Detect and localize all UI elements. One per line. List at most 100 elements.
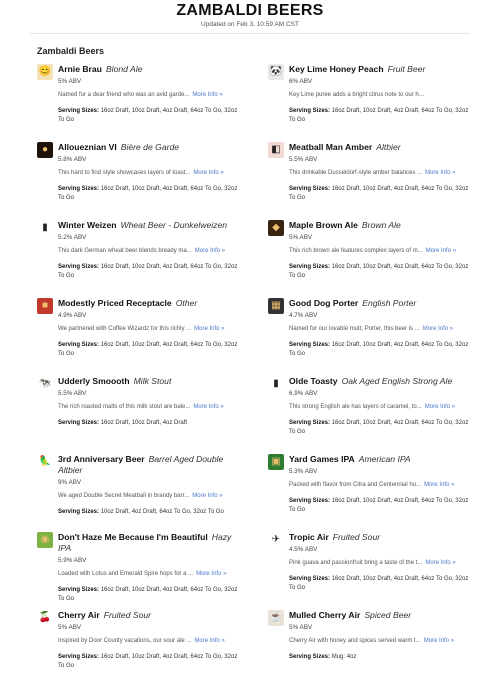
- more-info-link[interactable]: More Info »: [423, 325, 453, 333]
- serving-sizes-value: Mug: 4oz: [331, 654, 357, 660]
- serving-sizes: Serving Sizes: 16oz Draft, 10oz Draft, 4…: [58, 653, 238, 671]
- beer-name: 3rd Anniversary Beer: [58, 454, 145, 464]
- beer-title: Cherry Air Fruited Sour: [58, 610, 238, 621]
- beer-name: Don't Haze Me Because I'm Beautiful: [58, 532, 208, 542]
- beer-style: Fruit Beer: [387, 64, 426, 74]
- beer-style: Altbier: [376, 142, 401, 152]
- serving-sizes-label: Serving Sizes:: [58, 509, 100, 515]
- beer-card: 🍒 Cherry Air Fruited Sour 5% ABV Inspired by…: [37, 610, 238, 688]
- beer-description: Inspired by Door County vacations, our s…: [58, 638, 192, 644]
- serving-sizes-label: Serving Sizes:: [289, 108, 331, 114]
- beer-title: 3rd Anniversary Beer Barrel Aged Double A…: [58, 454, 238, 476]
- beer-name: Tropic Air: [289, 532, 329, 542]
- beer-description: This hard to find style showcases layers…: [58, 170, 191, 176]
- more-info-link[interactable]: More Info »: [193, 403, 223, 411]
- beer-description: This drinkable Dusseldorf-style amber ba…: [289, 170, 423, 176]
- beer-abv: 5% ABV: [289, 624, 313, 631]
- beer-card: ■ Modestly Priced Receptacle Other 4.9% ABV…: [37, 298, 238, 376]
- beer-logo-icon: ▦: [268, 298, 284, 314]
- more-info-link[interactable]: More Info »: [192, 91, 222, 99]
- beer-abv: 4.9% ABV: [58, 312, 87, 319]
- more-info-link[interactable]: More Info »: [192, 492, 222, 500]
- beer-title: Arnie Brau Blond Ale: [58, 64, 238, 75]
- more-info-link[interactable]: More Info »: [424, 637, 454, 645]
- beer-title: Udderly Smoooth Milk Stout: [58, 376, 238, 387]
- more-info-link[interactable]: More Info »: [425, 559, 455, 567]
- more-info-link[interactable]: More Info »: [426, 247, 456, 255]
- serving-sizes: Serving Sizes: 16oz Draft, 10oz Draft, 4…: [289, 419, 469, 437]
- beer-style: American IPA: [358, 454, 411, 464]
- serving-sizes: Serving Sizes: 16oz Draft, 10oz Draft, 4…: [58, 185, 238, 203]
- serving-sizes-value: 10oz Draft, 4oz Draft, 64oz To Go, 32oz …: [100, 509, 224, 515]
- beer-logo-icon: ◧: [268, 142, 284, 158]
- beer-name: Cherry Air: [58, 610, 100, 620]
- more-info-link[interactable]: More Info »: [425, 169, 455, 177]
- beer-abv: 5.2% ABV: [58, 234, 87, 241]
- serving-sizes: Serving Sizes: 16oz Draft, 10oz Draft, 4…: [289, 263, 469, 281]
- beer-name: Arnie Brau: [58, 64, 102, 74]
- more-info-link[interactable]: More Info »: [194, 325, 224, 333]
- beer-name: Good Dog Porter: [289, 298, 359, 308]
- beer-card: ▣ Yard Games IPA American IPA 5.3% ABV Packe…: [268, 454, 469, 532]
- serving-sizes-label: Serving Sizes:: [58, 264, 100, 270]
- beer-title: Alloueznian VI Bière de Garde: [58, 142, 238, 153]
- beer-style: Wheat Beer - Dunkelweizen: [120, 220, 228, 230]
- beer-name: Maple Brown Ale: [289, 220, 358, 230]
- serving-sizes: Serving Sizes: Mug: 4oz: [289, 653, 469, 662]
- beer-abv: 5.9% ABV: [58, 557, 87, 564]
- more-info-link[interactable]: More Info »: [194, 637, 224, 645]
- beer-description: We aged Double Secret Meatball in brandy…: [58, 493, 190, 499]
- more-info-link[interactable]: More Info »: [196, 570, 226, 578]
- beer-style: Fruited Sour: [332, 532, 381, 542]
- beer-abv: 5.5% ABV: [58, 390, 87, 397]
- beer-description: Named for a dear friend who was an avid …: [58, 92, 190, 98]
- beer-card: 🦜 3rd Anniversary Beer Barrel Aged Double …: [37, 454, 238, 532]
- beer-abv: 9% ABV: [58, 479, 82, 486]
- beer-abv: 6.9% ABV: [289, 390, 318, 397]
- beer-name: Mulled Cherry Air: [289, 610, 361, 620]
- beer-title: Olde Toasty Oak Aged English Strong Ale: [289, 376, 469, 387]
- beer-logo-icon: 😊: [37, 64, 53, 80]
- beer-style: Fruited Sour: [103, 610, 152, 620]
- serving-sizes: Serving Sizes: 16oz Draft, 10oz Draft, 4…: [289, 107, 469, 125]
- beer-description: The rich roasted malts of this milk stou…: [58, 404, 191, 410]
- beer-logo-icon: 🍒: [37, 610, 53, 626]
- beer-card: 🐄 Udderly Smoooth Milk Stout 5.5% ABV The ri…: [37, 376, 238, 454]
- beer-title: Modestly Priced Receptacle Other: [58, 298, 238, 309]
- beer-card: ◧ Meatball Man Amber Altbier 5.5% ABV This d…: [268, 142, 469, 220]
- more-info-link[interactable]: More Info »: [193, 169, 223, 177]
- beer-title: Meatball Man Amber Altbier: [289, 142, 469, 153]
- more-info-link[interactable]: More Info »: [424, 481, 454, 489]
- beer-abv: 4.7% ABV: [289, 312, 318, 319]
- beer-description: This strong English ale has layers of ca…: [289, 404, 422, 410]
- beer-abv: 5% ABV: [58, 78, 82, 85]
- beer-logo-icon: ▣: [268, 454, 284, 470]
- serving-sizes-label: Serving Sizes:: [289, 654, 331, 660]
- beer-card: 🐼 Key Lime Honey Peach Fruit Beer 6% ABV Key…: [268, 64, 469, 142]
- beer-card: ▮ Winter Weizen Wheat Beer - Dunkelweizen 5…: [37, 220, 238, 298]
- serving-sizes-label: Serving Sizes:: [289, 420, 331, 426]
- serving-sizes: Serving Sizes: 16oz Draft, 10oz Draft, 4…: [58, 341, 238, 359]
- updated-timestamp: Updated on Feb 3, 10:59 AM CST: [201, 21, 299, 28]
- beer-card: ◆ Maple Brown Ale Brown Ale 5% ABV This rich…: [268, 220, 469, 298]
- beer-logo-icon: ●: [37, 142, 53, 158]
- beer-style: Brown Ale: [361, 220, 401, 230]
- beer-logo-icon: 🐼: [268, 64, 284, 80]
- serving-sizes-label: Serving Sizes:: [58, 654, 100, 660]
- beer-abv: 6% ABV: [289, 78, 313, 85]
- page-header: ZAMBALDI BEERS Updated on Feb 3, 10:59 A…: [0, 0, 500, 34]
- serving-sizes-label: Serving Sizes:: [289, 498, 331, 504]
- serving-sizes: Serving Sizes: 16oz Draft, 10oz Draft, 4…: [289, 341, 469, 359]
- beer-logo-icon: ▮: [37, 220, 53, 236]
- beer-card: ◉ Don't Haze Me Because I'm Beautiful Hazy…: [37, 532, 238, 610]
- beer-title: Good Dog Porter English Porter: [289, 298, 469, 309]
- beer-card: ☕ Mulled Cherry Air Spiced Beer 5% ABV Cherr…: [268, 610, 469, 688]
- beer-card: ▮ Olde Toasty Oak Aged English Strong Ale 6…: [268, 376, 469, 454]
- serving-sizes: Serving Sizes: 16oz Draft, 10oz Draft, 4…: [289, 185, 469, 203]
- beer-title: Tropic Air Fruited Sour: [289, 532, 469, 543]
- more-info-link[interactable]: More Info »: [195, 247, 225, 255]
- beer-description: Packed with flavor from Citra and Centen…: [289, 482, 422, 488]
- more-info-link[interactable]: More Info »: [425, 403, 455, 411]
- beer-description: Named for our lovable mutt, Porter, this…: [289, 326, 420, 332]
- serving-sizes-label: Serving Sizes:: [58, 587, 100, 593]
